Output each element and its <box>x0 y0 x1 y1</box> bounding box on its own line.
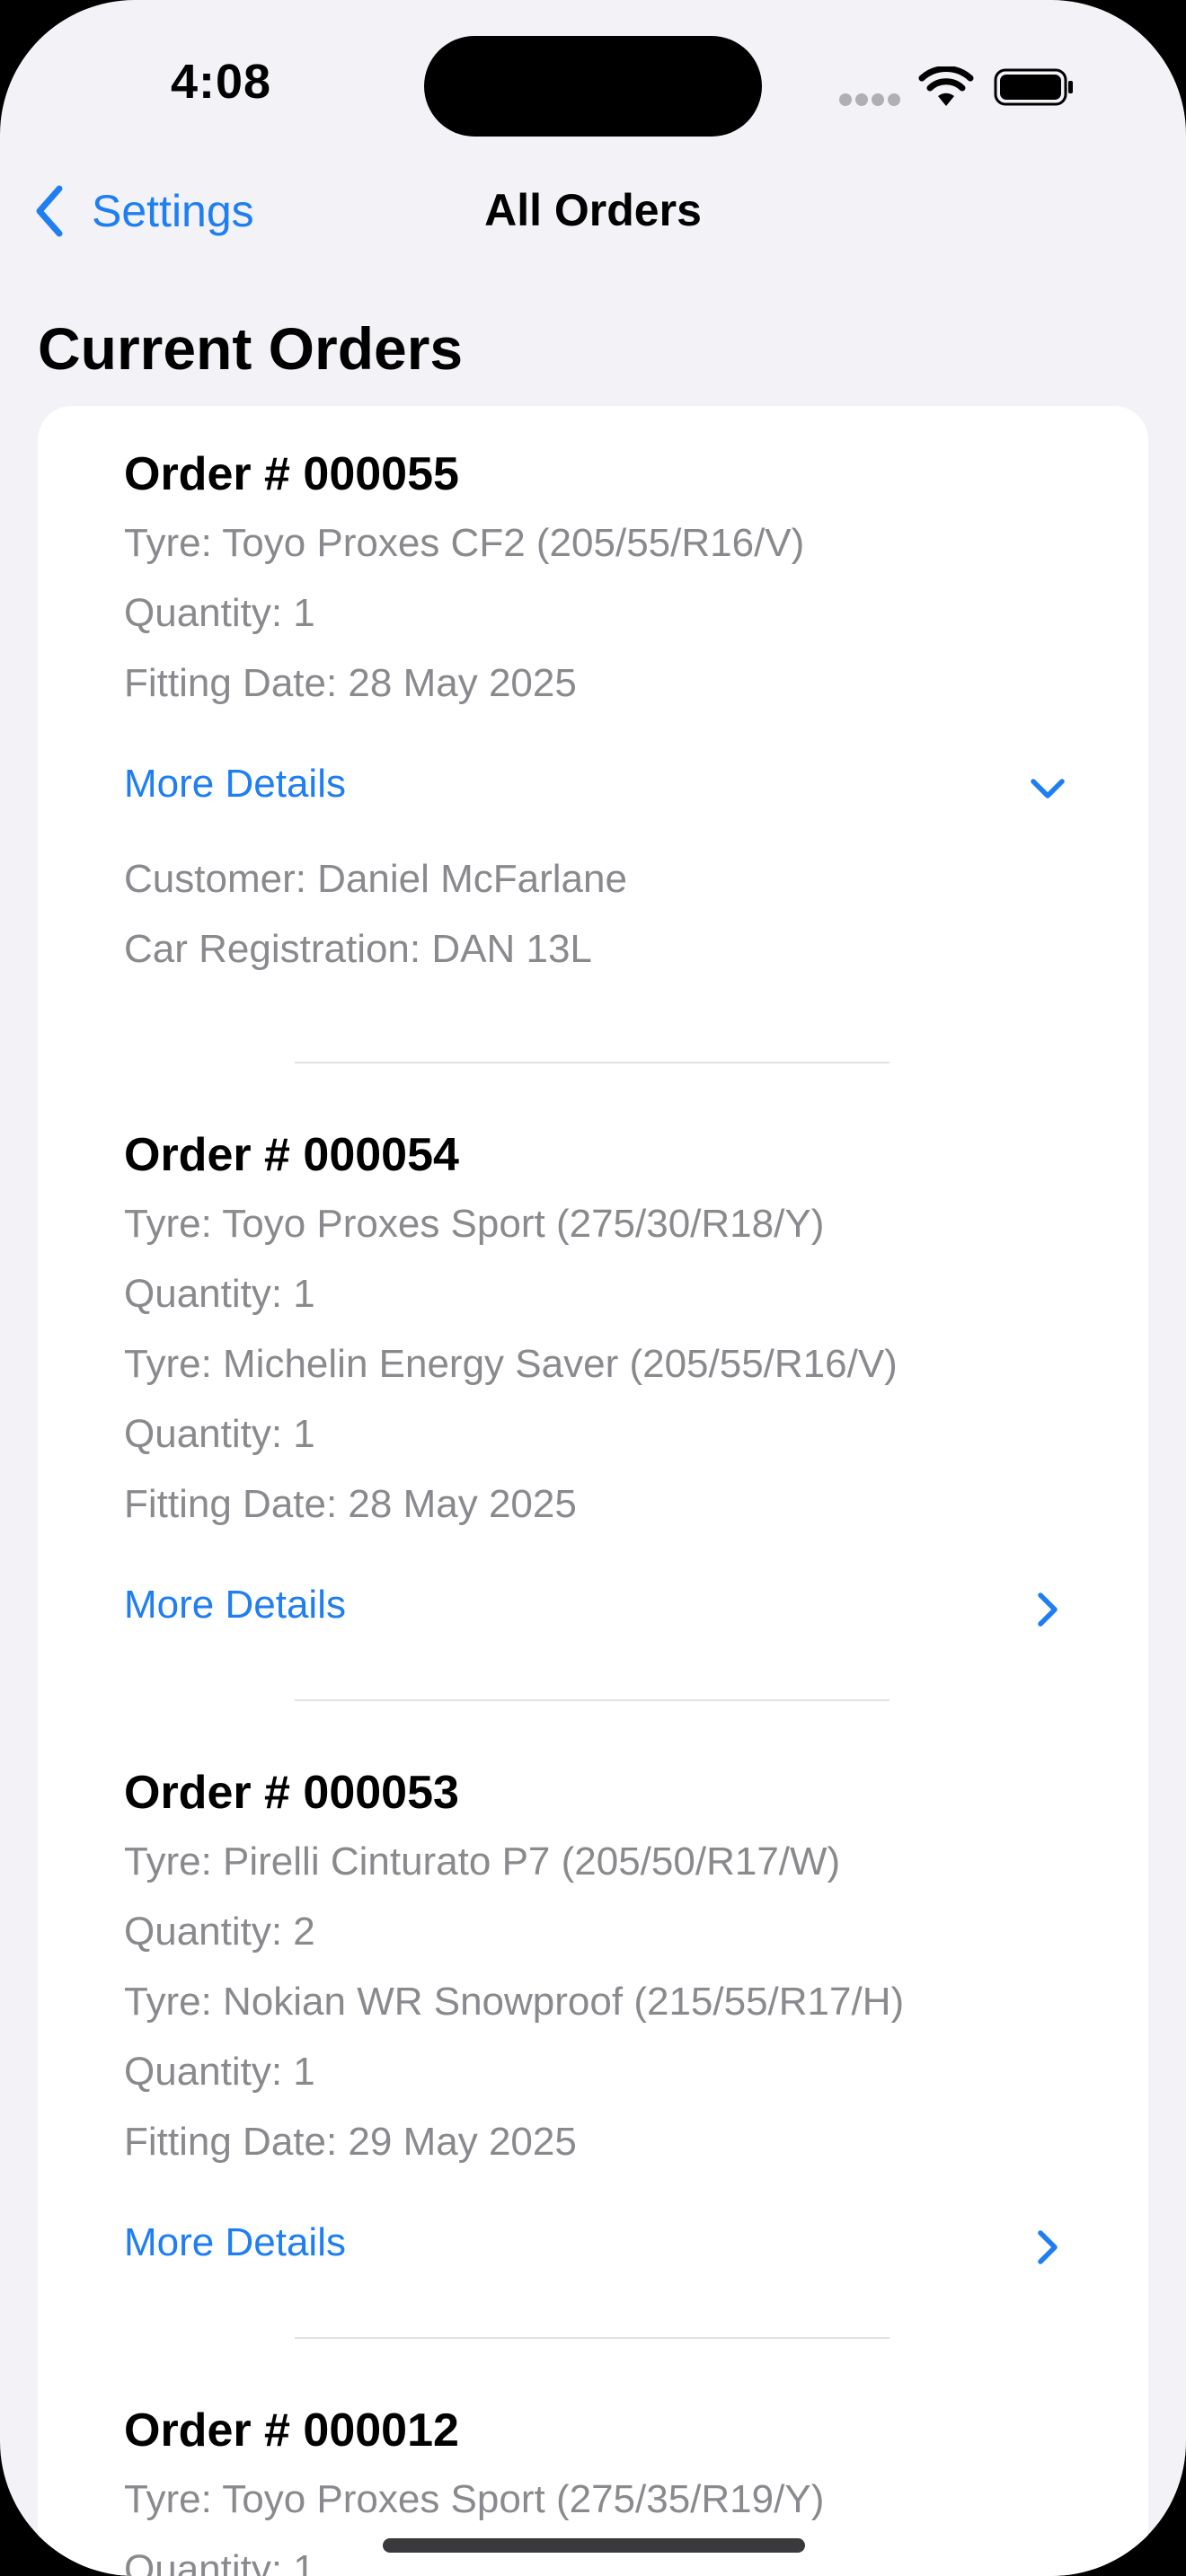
chevron-right-icon <box>1038 2230 1058 2264</box>
order-line: Fitting Date: 29 May 2025 <box>124 2120 577 2164</box>
order-detail: Customer: Daniel McFarlane <box>124 857 627 901</box>
order-line: Quantity: 1 <box>124 1412 315 1456</box>
phone-screen: 4:08 Settings All Orders Current Orders … <box>0 0 1186 2576</box>
more-details-label: More Details <box>124 2220 346 2264</box>
more-details-toggle[interactable]: More Details <box>124 2211 1112 2283</box>
dynamic-island <box>424 36 762 137</box>
order-divider <box>295 1062 890 1063</box>
order-line: Tyre: Pirelli Cinturato P7 (205/50/R17/W… <box>124 1839 841 1883</box>
order-line: Quantity: 1 <box>124 1272 315 1316</box>
order-line: Tyre: Toyo Proxes Sport (275/30/R18/Y) <box>124 1202 825 1246</box>
status-time: 4:08 <box>171 55 272 109</box>
order-title: Order # 000054 <box>124 1129 459 1181</box>
home-indicator[interactable] <box>383 2538 805 2553</box>
order-line: Quantity: 1 <box>124 2547 315 2576</box>
order-line: Tyre: Nokian WR Snowproof (215/55/R17/H) <box>124 1980 905 2024</box>
order-title: Order # 000055 <box>124 448 459 500</box>
order-line: Tyre: Toyo Proxes CF2 (205/55/R16/V) <box>124 521 805 565</box>
order-line: Tyre: Toyo Proxes Sport (275/35/R19/Y) <box>124 2477 825 2521</box>
chevron-right-icon <box>1038 1592 1058 1627</box>
more-details-toggle[interactable]: More Details <box>124 753 1112 825</box>
order-divider <box>295 1699 890 1701</box>
order-line: Tyre: Michelin Energy Saver (205/55/R16/… <box>124 1342 898 1386</box>
battery-icon <box>994 68 1073 106</box>
order-title: Order # 000012 <box>124 2404 459 2457</box>
order-title: Order # 000053 <box>124 1767 459 1819</box>
wifi-icon <box>918 66 974 106</box>
more-details-toggle[interactable]: More Details <box>124 1574 1112 1645</box>
order-line: Fitting Date: 28 May 2025 <box>124 661 577 705</box>
order-line: Fitting Date: 28 May 2025 <box>124 1482 577 1526</box>
order-line: Quantity: 1 <box>124 591 315 635</box>
chevron-down-icon <box>1031 779 1065 798</box>
orders-card: Order # 000055 Tyre: Toyo Proxes CF2 (20… <box>38 406 1148 2576</box>
order-line: Quantity: 2 <box>124 1910 315 1954</box>
nav-title: All Orders <box>484 185 702 235</box>
order-line: Quantity: 1 <box>124 2050 315 2094</box>
cellular-signal-icon <box>839 93 902 106</box>
more-details-label: More Details <box>124 762 346 806</box>
section-title: Current Orders <box>38 315 464 382</box>
more-details-label: More Details <box>124 1583 346 1627</box>
order-divider <box>295 2337 890 2339</box>
order-detail: Car Registration: DAN 13L <box>124 927 592 971</box>
